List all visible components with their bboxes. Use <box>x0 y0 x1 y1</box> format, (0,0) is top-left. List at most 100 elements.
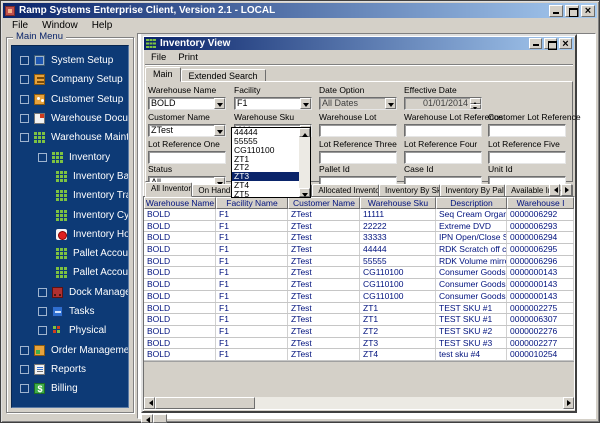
hscroll-left-icon[interactable] <box>144 397 155 409</box>
warehouse-name-combobox[interactable]: BOLD <box>148 97 226 110</box>
child-close-button[interactable] <box>559 38 572 49</box>
column-header-customer-name[interactable]: Customer Name <box>288 197 360 209</box>
expand-box-icon[interactable] <box>20 114 29 123</box>
table-row[interactable]: BOLDF1ZTest11111Seq Cream Organizer00000… <box>144 209 574 221</box>
mdi-scrollbar-stub[interactable] <box>141 414 169 423</box>
date-spinner-buttons[interactable] <box>470 98 481 109</box>
column-header-warehouse-sku[interactable]: Warehouse Sku <box>360 197 436 209</box>
warehouse-lot-reference-input[interactable] <box>404 124 482 137</box>
sidebar-item-tasks[interactable]: Tasks <box>12 302 128 321</box>
sidebar-item-billing[interactable]: Billing <box>12 379 128 398</box>
table-row[interactable]: BOLDF1ZTest44444RDK Scratch off card0000… <box>144 244 574 256</box>
mdi-scroll-thumb[interactable] <box>153 414 167 423</box>
sidebar-item-company-setup[interactable]: Company Setup <box>12 70 128 89</box>
sidebar-item-inventory-cycle-counts[interactable]: Inventory Cycle Counts <box>12 205 128 224</box>
lot-reference-four-input[interactable] <box>404 151 482 164</box>
expand-box-icon[interactable] <box>20 95 29 104</box>
table-row[interactable]: BOLDF1ZTestZT1TEST SKU #10000006307 <box>144 314 574 326</box>
sidebar-item-system-setup[interactable]: System Setup <box>12 51 128 70</box>
expand-box-icon[interactable] <box>20 384 29 393</box>
sidebar-item-warehouse-maintenance[interactable]: Warehouse Maintenance <box>12 128 128 147</box>
tab-main[interactable]: Main <box>145 67 181 82</box>
column-header-warehouse-name[interactable]: Warehouse Name <box>144 197 216 209</box>
sidebar-item-inventory[interactable]: Inventory <box>12 147 128 166</box>
column-header-warehouse-i[interactable]: Warehouse I <box>507 197 574 209</box>
table-cell: BOLD <box>144 338 216 349</box>
combo-dropdown-icon[interactable] <box>385 98 396 109</box>
warehouse-lot-input[interactable] <box>319 124 397 137</box>
sidebar-item-customer-setup[interactable]: Customer Setup <box>12 90 128 109</box>
tab-all-inventory[interactable]: All Inventory <box>145 182 192 197</box>
expand-box-icon[interactable] <box>20 56 29 65</box>
table-row[interactable]: BOLDF1ZTestZT2TEST SKU #20000002276 <box>144 326 574 338</box>
combo-dropdown-icon[interactable] <box>300 98 311 109</box>
dropdown-item-zt5[interactable]: ZT5 <box>232 190 299 197</box>
lot-reference-one-input[interactable] <box>148 151 226 164</box>
sidebar-item-inventory-holds[interactable]: Inventory Holds <box>12 225 128 244</box>
hscroll-track[interactable] <box>255 397 563 409</box>
expand-box-icon[interactable] <box>38 307 47 316</box>
dropdown-scrollbar[interactable] <box>299 128 310 197</box>
tab-scroll-right-icon[interactable] <box>561 184 572 196</box>
minimize-button[interactable] <box>549 5 563 17</box>
lot-reference-three-input[interactable] <box>319 151 397 164</box>
table-cell: F1 <box>216 338 288 349</box>
combo-dropdown-icon[interactable] <box>214 125 225 136</box>
sidebar-item-warehouse-documents[interactable]: Warehouse Documents <box>12 109 128 128</box>
expand-box-icon[interactable] <box>20 346 29 355</box>
table-cell: BOLD <box>144 349 216 360</box>
table-row[interactable]: BOLDF1ZTestZT1TEST SKU #10000002275 <box>144 303 574 315</box>
effective-date-date-spinner[interactable]: 01/01/2014 <box>404 97 482 110</box>
scroll-up-icon[interactable] <box>299 128 310 137</box>
combo-dropdown-icon[interactable] <box>214 98 225 109</box>
column-header-description[interactable]: Description <box>436 197 507 209</box>
sidebar-item-inventory-transactions[interactable]: Inventory Transactions <box>12 186 128 205</box>
expand-box-icon[interactable] <box>20 365 29 374</box>
sidebar-item-dock-management[interactable]: Dock Management <box>12 283 128 302</box>
sidebar-item-physical[interactable]: Physical <box>12 321 128 340</box>
child-minimize-button[interactable] <box>529 38 542 49</box>
child-menu-file[interactable]: File <box>145 52 172 63</box>
tab-scroll-left-icon[interactable] <box>549 184 560 196</box>
sidebar-item-order-management[interactable]: Order Management <box>12 340 128 359</box>
sidebar-item-pallet-account-balances[interactable]: Pallet Account Balances <box>12 244 128 263</box>
close-button[interactable] <box>581 5 595 17</box>
table-row[interactable]: BOLDF1ZTestZT3TEST SKU #30000002277 <box>144 338 574 350</box>
spin-down-icon[interactable] <box>470 104 481 110</box>
sidebar-item-label: Warehouse Documents <box>51 113 128 124</box>
facility-combobox[interactable]: F1 <box>234 97 312 110</box>
menu-help[interactable]: Help <box>85 19 120 32</box>
maximize-button[interactable] <box>565 5 579 17</box>
date-option-combobox[interactable]: All Dates <box>319 97 397 110</box>
table-row[interactable]: BOLDF1ZTestCG110100Consumer Goods Packa.… <box>144 291 574 303</box>
customer-name-combobox[interactable]: ZTest <box>148 124 226 137</box>
expand-box-icon[interactable] <box>38 288 47 297</box>
hscroll-right-icon[interactable] <box>563 397 574 409</box>
sidebar-item-reports[interactable]: Reports <box>12 360 128 379</box>
menu-window[interactable]: Window <box>35 19 85 32</box>
table-row[interactable]: BOLDF1ZTest22222Extreme DVD0000006293 <box>144 221 574 233</box>
sidebar-item-label: Inventory Transactions <box>73 190 128 201</box>
sidebar-item-inventory-balances[interactable]: Inventory Balances <box>12 167 128 186</box>
expand-box-icon[interactable] <box>20 75 29 84</box>
table-row[interactable]: BOLDF1ZTestZT4test sku #40000010254 <box>144 349 574 361</box>
hscroll-thumb[interactable] <box>155 397 255 409</box>
grid-horizontal-scrollbar[interactable] <box>144 397 574 409</box>
table-cell: Consumer Goods Packa... <box>436 291 507 302</box>
table-row[interactable]: BOLDF1ZTestCG110100Consumer Goods Packa.… <box>144 267 574 279</box>
sidebar-item-pallet-account-history[interactable]: Pallet Account History <box>12 263 128 282</box>
lot-reference-five-input[interactable] <box>488 151 566 164</box>
mdi-scroll-left-icon[interactable] <box>141 414 153 423</box>
expand-box-icon[interactable] <box>38 326 47 335</box>
table-row[interactable]: BOLDF1ZTest55555RDK Volume mirror cling0… <box>144 256 574 268</box>
column-header-facility-name[interactable]: Facility Name <box>216 197 288 209</box>
expand-box-icon[interactable] <box>20 133 29 142</box>
child-maximize-button[interactable] <box>544 38 557 49</box>
expand-box-icon[interactable] <box>38 153 47 162</box>
menu-file[interactable]: File <box>5 19 35 32</box>
scroll-down-icon[interactable] <box>299 188 310 197</box>
table-row[interactable]: BOLDF1ZTest33333IPN Open/Close Sign00000… <box>144 232 574 244</box>
table-row[interactable]: BOLDF1ZTestCG110100Consumer Goods Packa.… <box>144 279 574 291</box>
child-menu-print[interactable]: Print <box>172 52 204 63</box>
customer-lot-reference-input[interactable] <box>488 124 566 137</box>
